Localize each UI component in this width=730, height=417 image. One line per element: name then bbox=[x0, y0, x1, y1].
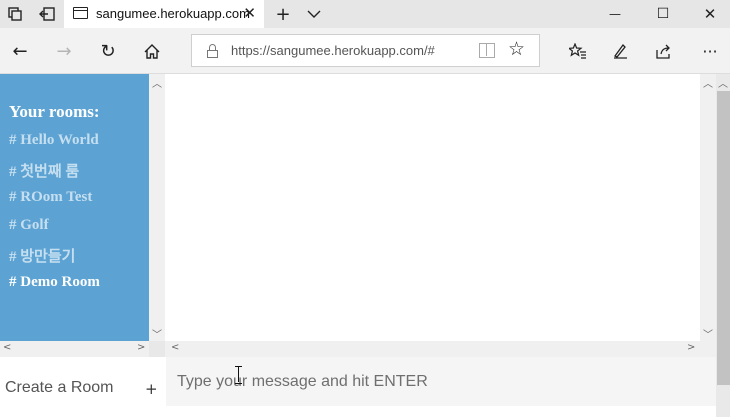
address-bar[interactable]: https://sangumee.herokuapp.com/# ☆ bbox=[191, 34, 540, 67]
tab-close-icon[interactable]: ✕ bbox=[243, 4, 256, 22]
input-spacer bbox=[166, 406, 716, 417]
page-icon bbox=[73, 7, 88, 19]
browser-nav-bar: ← → ↻ https://sangumee.herokuapp.com/# ☆… bbox=[0, 28, 730, 74]
page-vertical-scrollbar[interactable]: ︿ bbox=[716, 74, 730, 417]
scrollbar-thumb[interactable] bbox=[717, 91, 730, 385]
favorite-star-icon[interactable]: ☆ bbox=[508, 38, 525, 60]
scroll-right-arrow-icon[interactable]: > bbox=[137, 342, 145, 353]
scroll-right-arrow-icon[interactable]: > bbox=[687, 342, 695, 353]
scroll-left-arrow-icon[interactable]: < bbox=[171, 342, 179, 353]
minimize-button[interactable]: — bbox=[595, 0, 635, 28]
room-item[interactable]: # ROom Test bbox=[9, 189, 92, 206]
close-window-button[interactable]: ✕ bbox=[690, 0, 730, 28]
room-item[interactable]: # Hello World bbox=[9, 132, 99, 149]
active-tab[interactable]: sangumee.herokuapp.com ✕ bbox=[64, 0, 264, 28]
scroll-up-arrow-icon[interactable]: ︿ bbox=[703, 75, 713, 90]
text-cursor-icon bbox=[235, 366, 242, 384]
tab-title: sangumee.herokuapp.com bbox=[96, 6, 250, 21]
chevron-down-icon[interactable] bbox=[303, 0, 325, 28]
scroll-left-arrow-icon[interactable]: < bbox=[3, 342, 11, 353]
room-item[interactable]: # Golf bbox=[9, 217, 49, 234]
favorites-list-icon[interactable] bbox=[558, 28, 598, 74]
create-room-plus-button[interactable]: + bbox=[145, 380, 158, 398]
room-item-active[interactable]: # Demo Room bbox=[9, 274, 100, 291]
refresh-button[interactable]: ↻ bbox=[88, 28, 128, 74]
new-tab-button[interactable]: + bbox=[272, 0, 294, 28]
url-text: https://sangumee.herokuapp.com/# bbox=[231, 43, 435, 58]
scrollbar-corner bbox=[149, 341, 165, 357]
lock-icon bbox=[207, 44, 218, 58]
tab-stack-icon[interactable] bbox=[4, 0, 26, 28]
message-input[interactable] bbox=[166, 357, 716, 406]
scroll-down-arrow-icon[interactable]: ﹀ bbox=[703, 326, 713, 341]
maximize-button[interactable]: ☐ bbox=[643, 0, 683, 28]
pen-notes-icon[interactable] bbox=[600, 28, 640, 74]
room-item[interactable]: # 방만들기 bbox=[9, 245, 75, 266]
reading-view-icon[interactable] bbox=[479, 43, 495, 58]
scroll-up-arrow-icon[interactable]: ︿ bbox=[718, 75, 728, 90]
rooms-sidebar: Your rooms: # Hello World # 첫번째 룸 # ROom… bbox=[0, 74, 149, 341]
forward-button[interactable]: → bbox=[44, 28, 84, 74]
more-menu-icon[interactable]: ··· bbox=[690, 28, 730, 74]
messages-horizontal-scrollbar[interactable]: < > bbox=[165, 341, 700, 357]
browser-tab-bar: sangumee.herokuapp.com ✕ + — ☐ ✕ bbox=[0, 0, 730, 28]
sidebar-horizontal-scrollbar[interactable]: < > bbox=[0, 341, 149, 357]
create-room-bar[interactable]: Create a Room + bbox=[0, 357, 165, 417]
scrollbar-corner bbox=[700, 341, 716, 357]
create-room-label[interactable]: Create a Room bbox=[5, 379, 114, 397]
scroll-up-arrow-icon[interactable]: ︿ bbox=[152, 75, 162, 90]
room-item[interactable]: # 첫번째 룸 bbox=[9, 160, 79, 181]
chat-app: Your rooms: # Hello World # 첫번째 룸 # ROom… bbox=[0, 74, 730, 417]
home-button[interactable] bbox=[132, 28, 172, 74]
messages-vertical-scrollbar[interactable]: ︿ ﹀ bbox=[700, 74, 716, 341]
scroll-down-arrow-icon[interactable]: ﹀ bbox=[152, 326, 162, 341]
back-button[interactable]: ← bbox=[0, 28, 40, 74]
share-icon[interactable] bbox=[644, 28, 684, 74]
messages-panel bbox=[165, 74, 700, 341]
tabs-aside-icon[interactable] bbox=[36, 0, 58, 28]
sidebar-vertical-scrollbar[interactable]: ︿ ﹀ bbox=[149, 74, 165, 341]
rooms-heading: Your rooms: bbox=[9, 102, 100, 121]
